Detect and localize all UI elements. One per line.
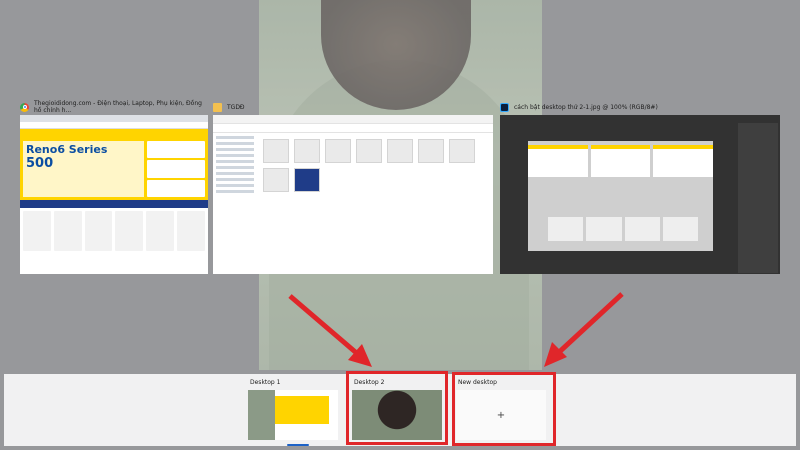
desktop-thumbnail — [248, 390, 338, 440]
promo-headline: Reno6 Series — [26, 143, 108, 156]
task-window-explorer[interactable]: TGDĐ — [213, 99, 493, 274]
window-thumbnail — [500, 115, 780, 274]
window-title: cách bật desktop thứ 2-1.jpg @ 100% (RGB… — [514, 103, 658, 111]
highlight-desktop-2 — [346, 371, 448, 445]
photoshop-icon — [500, 102, 509, 112]
window-title: TGDĐ — [227, 103, 245, 111]
highlight-new-desktop — [452, 372, 556, 446]
window-thumbnail — [213, 115, 493, 274]
task-window-browser[interactable]: Thegioididong.com - Điện thoại, Laptop, … — [20, 99, 208, 274]
promo-price: 500 — [26, 156, 54, 171]
desktop-label: Desktop 1 — [250, 378, 281, 386]
task-window-photoshop[interactable]: cách bật desktop thứ 2-1.jpg @ 100% (RGB… — [500, 99, 780, 274]
active-desktop-indicator — [287, 444, 309, 446]
folder-icon — [213, 102, 222, 112]
desktop-1-card[interactable]: Desktop 1 — [244, 376, 342, 444]
window-title: Thegioididong.com - Điện thoại, Laptop, … — [34, 100, 202, 114]
window-thumbnail: Reno6 Series 500 — [20, 115, 208, 274]
chrome-icon — [20, 102, 29, 112]
